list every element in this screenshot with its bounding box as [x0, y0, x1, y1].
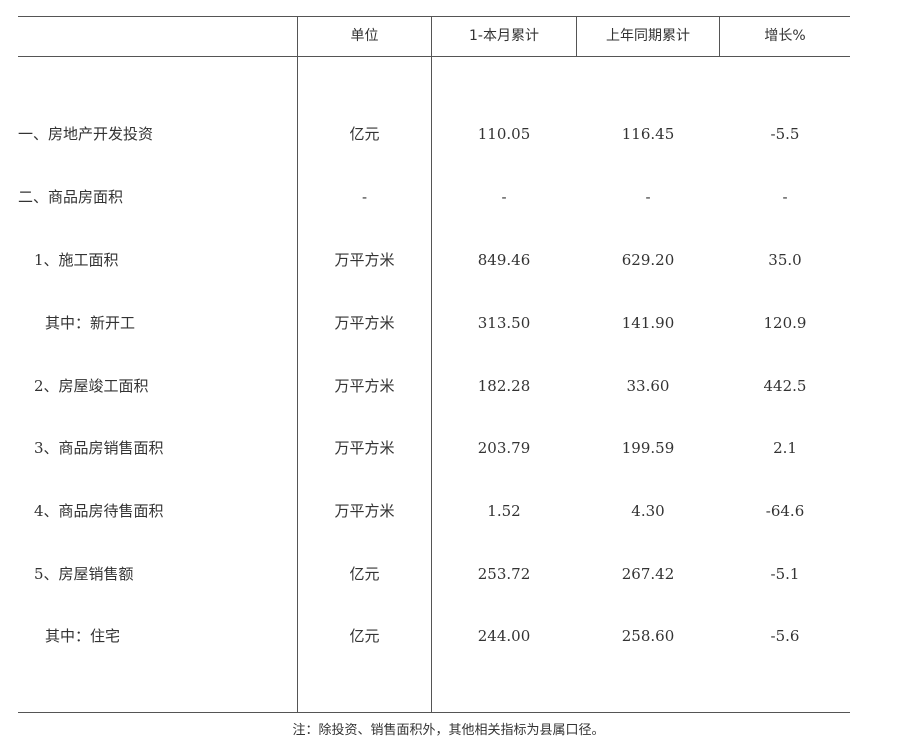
table-row: 3、商品房销售面积 万平方米 203.79 199.59 2.1 [0, 433, 897, 463]
row-previous: 267.42 [621, 565, 675, 583]
header-unit: 单位 [350, 28, 379, 44]
row-label: 二、商品房面积 [18, 188, 124, 206]
row-current: 244.00 [477, 627, 531, 645]
table-row: 5、房屋销售额 亿元 253.72 267.42 -5.1 [0, 559, 897, 589]
row-current: 253.72 [477, 565, 531, 583]
header-previous: 上年同期累计 [606, 28, 690, 44]
table-row: 1、施工面积 万平方米 849.46 629.20 35.0 [0, 245, 897, 275]
row-current: - [501, 188, 507, 206]
row-unit: 万平方米 [334, 439, 395, 457]
row-previous: 4.30 [631, 502, 665, 520]
row-growth: - [782, 188, 788, 206]
table-row: 二、商品房面积 - - - - [0, 182, 897, 212]
row-previous: - [645, 188, 651, 206]
table-bottom-border [18, 712, 850, 713]
row-growth: -5.6 [770, 627, 800, 645]
row-label: 2、房屋竣工面积 [34, 377, 149, 395]
row-label: 其中：新开工 [45, 314, 136, 332]
row-label: 4、商品房待售面积 [34, 502, 164, 520]
row-previous: 629.20 [621, 251, 675, 269]
row-label: 其中：住宅 [45, 627, 121, 645]
row-unit: 万平方米 [334, 314, 395, 332]
row-current: 849.46 [477, 251, 531, 269]
header-bottom-border [18, 56, 850, 57]
header-current: 1-本月累计 [469, 28, 539, 44]
row-label: 5、房屋销售额 [34, 565, 134, 583]
row-current: 1.52 [487, 502, 521, 520]
row-unit: 亿元 [349, 627, 380, 645]
row-unit: 万平方米 [334, 251, 395, 269]
row-growth: 120.9 [763, 314, 807, 332]
row-unit: 万平方米 [334, 377, 395, 395]
row-growth: -5.5 [770, 125, 800, 143]
row-previous: 199.59 [621, 439, 675, 457]
table-row: 4、商品房待售面积 万平方米 1.52 4.30 -64.6 [0, 496, 897, 526]
row-previous: 258.60 [621, 627, 675, 645]
table-row: 一、房地产开发投资 亿元 110.05 116.45 -5.5 [0, 119, 897, 149]
row-current: 182.28 [477, 377, 531, 395]
table-row: 其中：新开工 万平方米 313.50 141.90 120.9 [0, 308, 897, 338]
table-footnote: 注：除投资、销售面积外，其他相关指标为县属口径。 [292, 723, 605, 738]
row-label: 3、商品房销售面积 [34, 439, 164, 457]
row-unit: 万平方米 [334, 502, 395, 520]
row-previous: 116.45 [621, 125, 675, 143]
row-current: 110.05 [477, 125, 531, 143]
row-unit: 亿元 [349, 125, 380, 143]
row-label: 一、房地产开发投资 [18, 125, 154, 143]
row-current: 203.79 [477, 439, 531, 457]
row-previous: 33.60 [626, 377, 670, 395]
table-row: 2、房屋竣工面积 万平方米 182.28 33.60 442.5 [0, 371, 897, 401]
row-unit: - [361, 188, 368, 206]
row-unit: 亿元 [349, 565, 380, 583]
row-growth: 35.0 [768, 251, 802, 269]
row-growth: -5.1 [770, 565, 800, 583]
row-previous: 141.90 [621, 314, 675, 332]
row-growth: 442.5 [763, 377, 807, 395]
table-row: 其中：住宅 亿元 244.00 258.60 -5.6 [0, 621, 897, 651]
row-growth: 2.1 [773, 439, 797, 457]
row-growth: -64.6 [765, 502, 805, 520]
header-growth: 增长% [764, 28, 806, 44]
row-label: 1、施工面积 [34, 251, 119, 269]
row-current: 313.50 [477, 314, 531, 332]
